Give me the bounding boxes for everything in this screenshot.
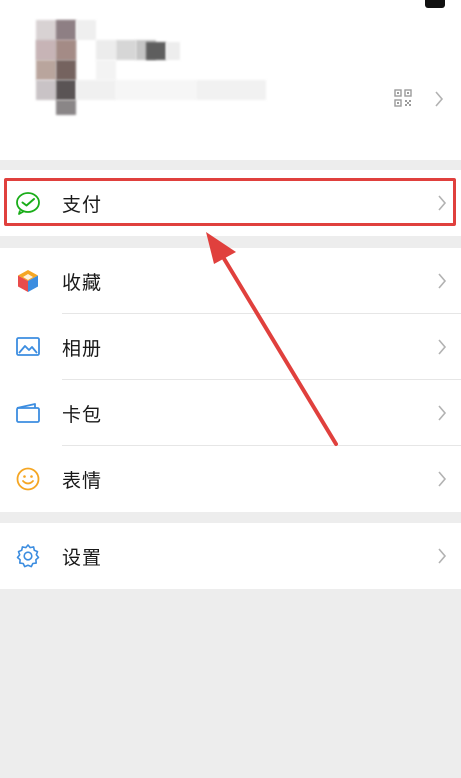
chevron-right-icon (438, 195, 447, 211)
menu-item-label: 表情 (62, 469, 103, 492)
status-icon (425, 0, 445, 8)
chevron-right-icon (438, 405, 447, 421)
menu-item-label: 设置 (62, 546, 103, 569)
wechat-pay-icon (14, 189, 42, 217)
avatar[interactable] (36, 20, 276, 120)
settings-gear-icon (14, 542, 42, 570)
chevron-right-icon (438, 471, 447, 487)
menu-item-album[interactable]: 相册 (0, 314, 461, 380)
menu-item-label: 相册 (62, 337, 103, 360)
chevron-right-icon (438, 339, 447, 355)
menu-item-label: 收藏 (62, 271, 103, 294)
sticker-smiley-icon (14, 465, 42, 493)
favorites-cube-icon (14, 267, 42, 295)
menu-item-label: 支付 (62, 193, 103, 216)
menu-item-card-wallet[interactable]: 卡包 (0, 380, 461, 446)
menu-item-label: 卡包 (62, 403, 103, 426)
menu-item-stickers[interactable]: 表情 (0, 446, 461, 512)
chevron-right-icon (438, 273, 447, 289)
qr-code-icon[interactable] (394, 89, 412, 107)
card-wallet-icon (14, 399, 42, 427)
menu-item-pay[interactable]: 支付 (0, 170, 461, 236)
menu-item-settings[interactable]: 设置 (0, 523, 461, 589)
main-menu-section: 收藏 相册 卡包 表情 (0, 248, 461, 512)
chevron-right-icon (438, 548, 447, 564)
profile-header[interactable] (0, 0, 461, 160)
menu-item-favorites[interactable]: 收藏 (0, 248, 461, 314)
settings-section: 设置 (0, 523, 461, 589)
pay-section: 支付 (0, 170, 461, 236)
album-picture-icon (14, 333, 42, 361)
chevron-right-icon (435, 91, 444, 107)
